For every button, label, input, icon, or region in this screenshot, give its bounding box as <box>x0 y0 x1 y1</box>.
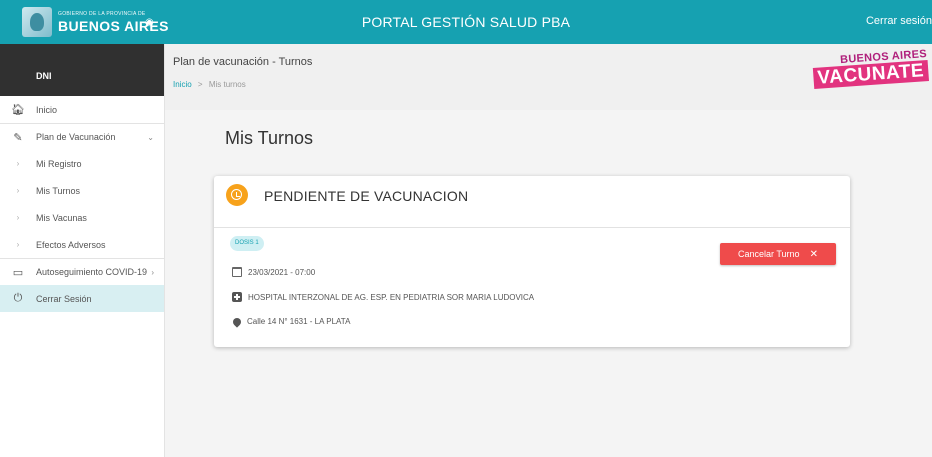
chevron-down-icon: ⌄ <box>147 132 154 142</box>
dosis-badge: DOSIS 1 <box>230 236 264 251</box>
appointment-datetime-row: 23/03/2021 - 07:00 <box>232 267 315 277</box>
breadcrumb-home-link[interactable]: Inicio <box>173 80 192 89</box>
sidebar-item-label: Autoseguimiento COVID-19 <box>36 267 148 277</box>
breadcrumb-current: Mis turnos <box>208 80 246 89</box>
chevron-right-icon: › <box>16 213 20 222</box>
chevron-right-icon: › <box>16 240 20 249</box>
chevron-right-icon: › <box>151 267 154 277</box>
sidebar-item-label: Plan de Vacunación <box>36 132 116 142</box>
calendar-icon <box>232 267 242 277</box>
page-title: Plan de vacunación - Turnos <box>173 56 313 68</box>
chevron-right-icon: › <box>16 186 20 195</box>
sidebar-item-mis-turnos[interactable]: › Mis Turnos <box>0 177 164 204</box>
cancel-button-label: Cancelar Turno <box>738 249 800 259</box>
sidebar-item-label: Efectos Adversos <box>36 239 106 250</box>
topbar-logout-link[interactable]: Cerrar sesión <box>866 15 932 27</box>
breadcrumb: Inicio > Mis turnos <box>173 80 246 89</box>
sidebar-item-plan-vacunacion[interactable]: ✎ Plan de Vacunación ⌄ <box>0 123 164 150</box>
appointment-hospital-row: HOSPITAL INTERZONAL DE AG. ESP. EN PEDIA… <box>232 292 534 302</box>
syringe-icon: ✎ <box>13 131 23 144</box>
sidebar-item-autoseguimiento[interactable]: ▭ Autoseguimiento COVID-19 › <box>0 258 164 285</box>
sidebar: DNI 🏠︎ Inicio ✎ Plan de Vacunación ⌄ › M… <box>0 44 165 457</box>
sidebar-item-label: Mi Registro <box>36 158 82 169</box>
sidebar-item-label: Mis Vacunas <box>36 212 87 223</box>
sidebar-item-cerrar-sesion[interactable]: ⏻︎ Cerrar Sesión <box>0 285 164 312</box>
card-header: PENDIENTE DE VACUNACION <box>214 176 850 228</box>
portal-title: PORTAL GESTIÓN SALUD PBA <box>361 14 571 30</box>
location-pin-icon <box>231 315 243 328</box>
chevron-right-icon: › <box>16 159 20 168</box>
appointment-address: Calle 14 N° 1631 - LA PLATA <box>247 317 351 326</box>
vacunate-logo: BUENOS AIRES VACUNATE <box>812 48 930 89</box>
appointment-address-row: Calle 14 N° 1631 - LA PLATA <box>231 315 351 328</box>
sidebar-item-label: Inicio <box>36 104 58 115</box>
main-heading: Mis Turnos <box>225 128 314 148</box>
close-icon: ✕ <box>809 248 818 260</box>
calendar-icon: ▭ <box>12 266 24 279</box>
sidebar-item-efectos-adversos[interactable]: › Efectos Adversos <box>0 231 164 258</box>
home-icon: 🏠︎ <box>11 104 25 116</box>
power-icon: ⏻︎ <box>13 292 23 304</box>
sidebar-item-label: Mis Turnos <box>36 185 81 196</box>
sidebar-user-dni: DNI <box>0 44 164 96</box>
clock-icon <box>226 184 248 206</box>
cancel-appointment-button[interactable]: Cancelar Turno ✕ <box>720 243 836 265</box>
sidebar-item-mis-vacunas[interactable]: › Mis Vacunas <box>0 204 164 231</box>
appointment-hospital: HOSPITAL INTERZONAL DE AG. ESP. EN PEDIA… <box>248 292 535 302</box>
sidebar-item-label: Cerrar Sesión <box>36 293 92 304</box>
appointment-datetime: 23/03/2021 - 07:00 <box>248 267 316 277</box>
appointment-status: PENDIENTE DE VACUNACION <box>264 188 469 204</box>
hospital-icon <box>232 292 242 302</box>
page-header: Plan de vacunación - Turnos Inicio > Mis… <box>165 44 932 110</box>
breadcrumb-separator: > <box>197 80 203 89</box>
appointment-card: PENDIENTE DE VACUNACION DOSIS 1 23/03/20… <box>214 176 850 347</box>
top-bar: Gobierno de la Provincia de BUENOS AIRES… <box>0 0 932 44</box>
sidebar-item-inicio[interactable]: 🏠︎ Inicio <box>0 96 164 123</box>
sidebar-item-mi-registro[interactable]: › Mi Registro <box>0 150 164 177</box>
